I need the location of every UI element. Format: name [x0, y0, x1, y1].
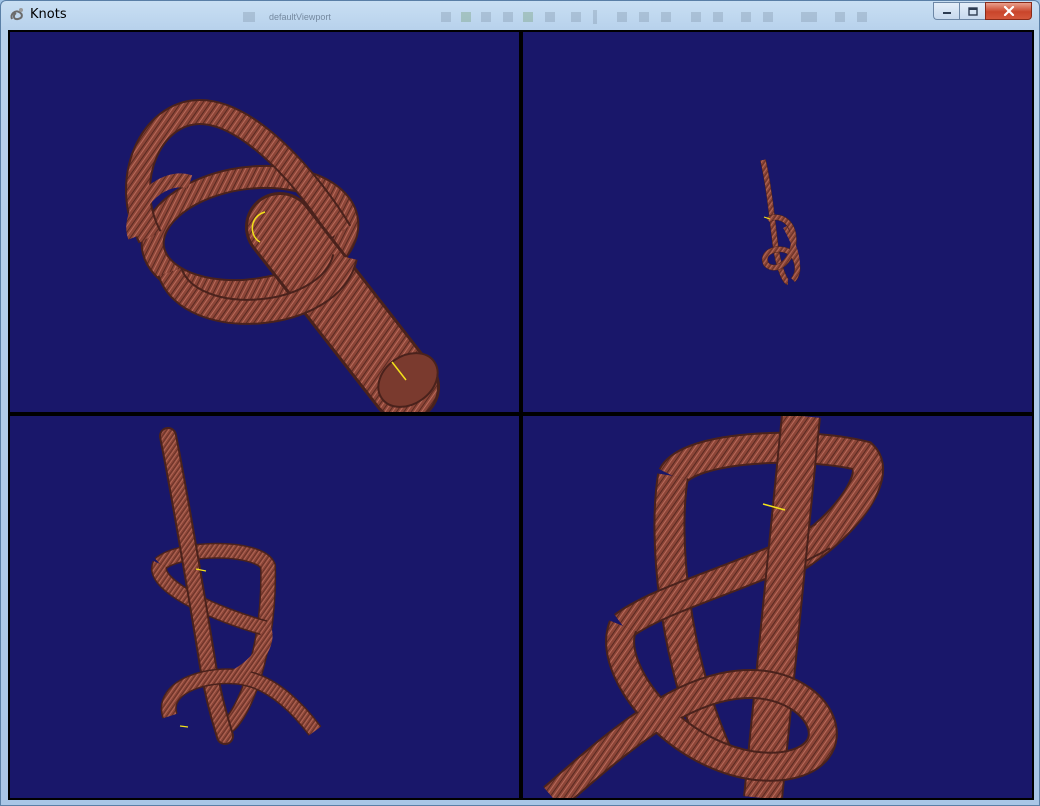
viewport-bottom-right[interactable]	[523, 416, 1032, 798]
knot-render-bottom-left	[151, 427, 322, 745]
maximize-icon	[967, 6, 978, 16]
viewport-bottom-left[interactable]	[10, 416, 519, 798]
title-bar[interactable]: Knots defaultViewport	[1, 1, 1039, 29]
ghost-toolbar-icons	[243, 10, 867, 24]
knot-render-bottom-right	[543, 416, 884, 798]
knot-render-top-right	[760, 159, 801, 285]
minimize-icon	[942, 12, 951, 14]
knot-render-top-left	[125, 98, 440, 412]
viewport-top-right[interactable]	[523, 32, 1032, 412]
minimize-button[interactable]	[933, 2, 959, 20]
app-window: Knots defaultViewport	[0, 0, 1040, 806]
marker-line-b	[179, 725, 189, 728]
close-button[interactable]	[985, 2, 1032, 20]
window-title: Knots	[30, 7, 67, 22]
caption-buttons	[933, 2, 1032, 21]
rope-icon	[10, 8, 23, 21]
viewport-top-left[interactable]	[10, 32, 519, 412]
client-area	[8, 30, 1034, 800]
maximize-button[interactable]	[959, 2, 985, 20]
close-icon	[1003, 6, 1014, 16]
